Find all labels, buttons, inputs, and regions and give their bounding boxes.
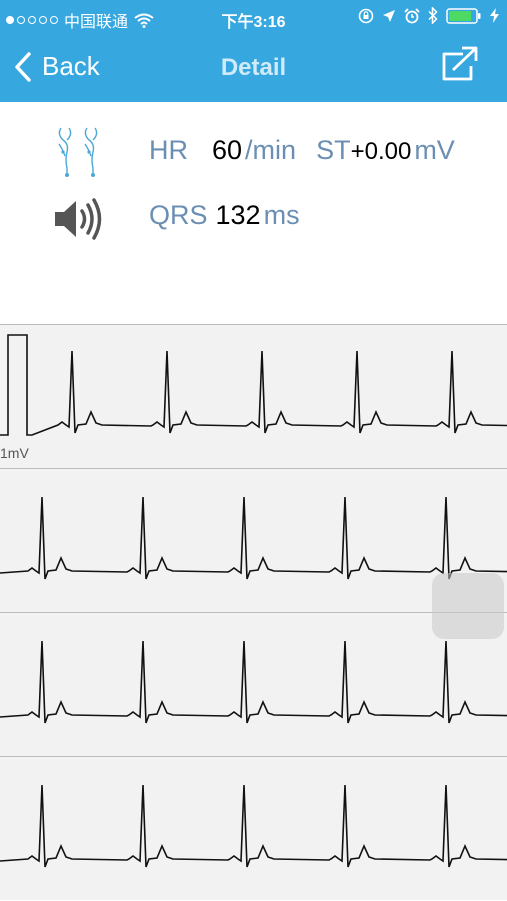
calibration-label: 1mV — [0, 445, 29, 461]
floating-scroll-handle[interactable] — [432, 573, 504, 639]
st-label: ST — [316, 135, 351, 165]
ecg-strip-2 — [0, 468, 507, 612]
hr-st-row: HR 60 /min ST +0.00 mV — [149, 135, 455, 166]
ecg-strip-3 — [0, 612, 507, 756]
qrs-label: QRS — [149, 200, 208, 230]
status-right — [358, 7, 499, 24]
ecg-trace-2 — [0, 496, 507, 580]
ecg-trace-svg-3 — [0, 640, 507, 724]
ecg-trace-svg-4 — [0, 784, 507, 868]
ecg-trace-3 — [0, 640, 507, 724]
hr-unit: /min — [245, 135, 297, 165]
share-icon — [442, 46, 478, 81]
share-button[interactable] — [441, 46, 479, 87]
hr-label: HR — [149, 135, 188, 165]
st-value: +0.00 — [350, 138, 412, 165]
bluetooth-icon — [428, 7, 438, 24]
electrode-leads-icon — [58, 127, 98, 177]
qrs-value: 132 — [215, 200, 261, 230]
sound-button[interactable] — [52, 195, 104, 248]
charging-icon — [490, 8, 499, 23]
speaker-icon — [55, 198, 102, 240]
battery-icon — [446, 7, 481, 24]
nav-bar: Back Detail — [0, 34, 507, 102]
st-unit: mV — [414, 135, 455, 165]
ecg-trace-4 — [0, 784, 507, 868]
page-title: Detail — [220, 54, 287, 81]
ecg-chart[interactable]: 1mV — [0, 324, 507, 900]
alarm-icon — [404, 7, 420, 23]
ecg-trace-1 — [0, 334, 507, 436]
ecg-trace-svg-1 — [0, 334, 507, 436]
ecg-strip-1: 1mV — [0, 324, 507, 468]
qrs-row: QRS 132 ms — [149, 200, 300, 231]
location-icon — [383, 9, 395, 22]
hr-value: 60 — [212, 135, 243, 165]
ecg-strip-4 — [0, 756, 507, 900]
status-bar: 中国联通 下午3:16 — [0, 0, 507, 34]
metrics-panel: HR 60 /min ST +0.00 mV QRS 132 ms — [0, 102, 507, 324]
rotation-lock-icon — [358, 8, 374, 23]
qrs-unit: ms — [263, 200, 300, 230]
ecg-trace-svg-2 — [0, 496, 507, 580]
